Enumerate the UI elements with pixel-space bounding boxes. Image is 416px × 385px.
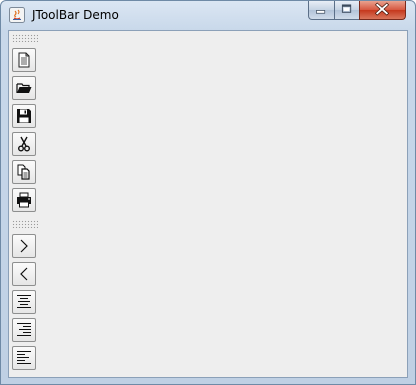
align-center-button[interactable]: [12, 290, 36, 314]
maximize-icon: [341, 4, 352, 13]
file-toolbar-grip[interactable]: [12, 34, 38, 42]
java-app-icon[interactable]: [9, 7, 25, 23]
copy-icon: [17, 164, 30, 180]
print-icon: [17, 192, 31, 208]
application-window: JToolBar Demo: [0, 0, 416, 385]
align-right-button[interactable]: [12, 318, 36, 342]
chevron-left-icon: [20, 267, 28, 281]
title-bar[interactable]: JToolBar Demo: [1, 1, 415, 30]
open-button[interactable]: [12, 76, 36, 100]
chevron-right-icon: [20, 239, 28, 253]
align-left-icon: [17, 351, 31, 364]
copy-button[interactable]: [12, 160, 36, 184]
content-pane: [8, 30, 408, 378]
print-button[interactable]: [12, 188, 36, 212]
maximize-button[interactable]: [334, 1, 360, 20]
align-right-icon: [17, 323, 31, 336]
save-button[interactable]: [12, 104, 36, 128]
format-toolbar-grip[interactable]: [12, 220, 38, 228]
cut-button[interactable]: [12, 132, 36, 156]
new-document-icon: [18, 52, 30, 68]
open-folder-icon: [16, 83, 32, 93]
window-title: JToolBar Demo: [32, 8, 119, 22]
save-icon: [17, 109, 31, 123]
minimize-button[interactable]: [308, 1, 335, 20]
align-left-button[interactable]: [12, 346, 36, 370]
close-icon: [375, 2, 390, 16]
back-button[interactable]: [12, 262, 36, 286]
forward-button[interactable]: [12, 234, 36, 258]
align-center-icon: [17, 295, 31, 308]
cut-icon: [18, 136, 30, 152]
minimize-icon: [316, 10, 326, 14]
new-document-button[interactable]: [12, 48, 36, 72]
close-button[interactable]: [359, 1, 406, 20]
